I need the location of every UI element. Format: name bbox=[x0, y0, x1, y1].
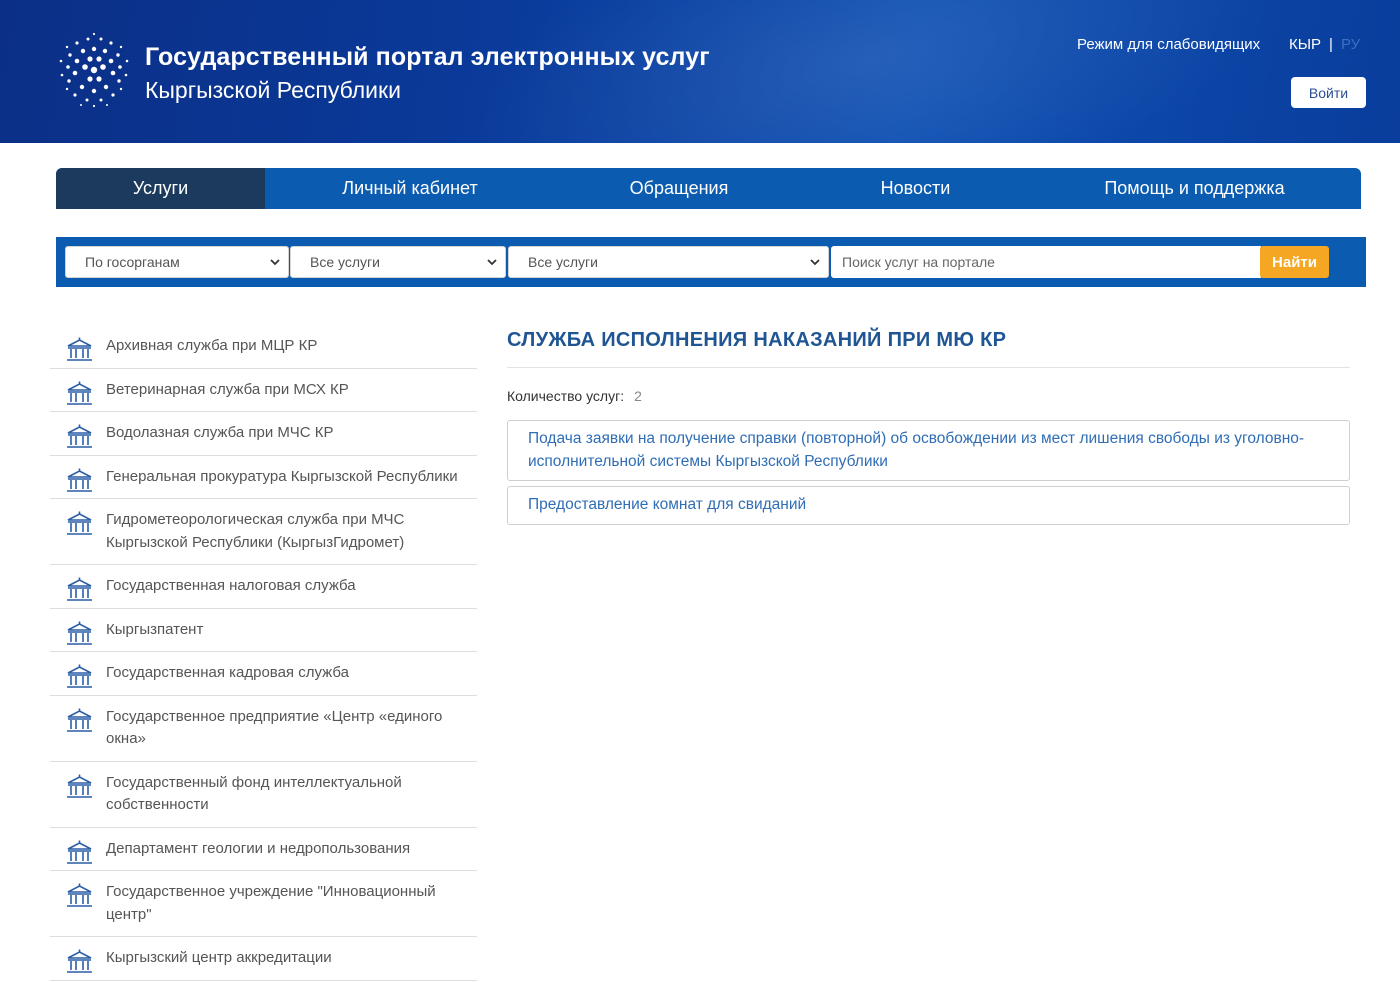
service-link[interactable]: Предоставление комнат для свиданий bbox=[507, 486, 1350, 525]
government-building-icon bbox=[66, 621, 93, 646]
agency-name: Департамент геологии и недропользования bbox=[106, 839, 411, 857]
government-building-icon bbox=[66, 337, 93, 362]
main-nav: Услуги Личный кабинет Обращения Новости … bbox=[56, 168, 1361, 209]
subservices-filter-value: Все услуги bbox=[528, 254, 598, 270]
agency-name: Водолазная служба при МЧС КР bbox=[106, 424, 334, 441]
agency-list: Архивная служба при МЦР КР Ветеринарная с… bbox=[50, 325, 477, 981]
government-building-icon bbox=[66, 511, 93, 536]
agency-list-item[interactable]: Государственное предприятие «Центр «един… bbox=[50, 696, 477, 762]
nav-tab-services[interactable]: Услуги bbox=[56, 168, 265, 209]
agency-list-item[interactable]: Архивная служба при МЦР КР bbox=[50, 325, 477, 369]
government-building-icon bbox=[66, 577, 93, 602]
agency-list-item[interactable]: Водолазная служба при МЧС КР bbox=[50, 412, 477, 456]
lang-kyrgyz-link[interactable]: КЫР bbox=[1289, 36, 1321, 53]
agency-filter-select[interactable]: По госорганам bbox=[65, 246, 289, 278]
agency-list-item[interactable]: Департамент геологии и недропользования bbox=[50, 828, 477, 871]
government-building-icon bbox=[66, 424, 93, 449]
page-title: СЛУЖБА ИСПОЛНЕНИЯ НАКАЗАНИЙ ПРИ МЮ КР bbox=[507, 325, 1350, 368]
agency-name: Государственное учреждение "Инновационны… bbox=[106, 883, 436, 923]
services-count: Количество услуг: 2 bbox=[507, 388, 1350, 410]
service-link[interactable]: Подача заявки на получение справки (повт… bbox=[507, 420, 1350, 481]
government-building-icon bbox=[66, 708, 93, 733]
portal-logo-icon[interactable] bbox=[55, 31, 133, 109]
agency-list-item[interactable]: Государственная кадровая служба bbox=[50, 652, 477, 696]
nav-tab-help[interactable]: Помощь и поддержка bbox=[1028, 168, 1361, 209]
lang-russian-link[interactable]: РУ bbox=[1341, 36, 1360, 53]
services-filter-select[interactable]: Все услуги bbox=[290, 246, 506, 278]
portal-subtitle: Кыргызской Республики bbox=[145, 77, 401, 103]
agency-name: Кыргызпатент bbox=[106, 620, 204, 638]
service-list: Подача заявки на получение справки (повт… bbox=[507, 420, 1350, 525]
search-input[interactable] bbox=[831, 246, 1261, 278]
agency-list-item[interactable]: Ветеринарная служба при МСХ КР bbox=[50, 369, 477, 412]
government-building-icon bbox=[66, 774, 93, 799]
search-bar: По госорганам Все услуги Все услуги Найт… bbox=[56, 237, 1366, 287]
agency-name: Государственное предприятие «Центр «един… bbox=[106, 707, 443, 748]
agency-name: Гидрометеорологическая служба при МЧС Кы… bbox=[106, 511, 405, 551]
portal-title: Государственный портал электронных услуг bbox=[145, 43, 710, 71]
language-switcher: КЫР | РУ bbox=[1289, 36, 1360, 53]
agency-list-item[interactable]: Гидрометеорологическая служба при МЧС Кы… bbox=[50, 499, 477, 565]
login-button[interactable]: Войти bbox=[1291, 77, 1366, 108]
accessibility-mode-link[interactable]: Режим для слабовидящих bbox=[1077, 36, 1260, 53]
government-building-icon bbox=[66, 840, 93, 865]
services-count-label: Количество услуг: bbox=[507, 388, 625, 404]
subservices-filter-select[interactable]: Все услуги bbox=[508, 246, 829, 278]
agency-filter-value: По госорганам bbox=[85, 254, 180, 270]
agency-list-item[interactable]: Генеральная прокуратура Кыргызской Респу… bbox=[50, 456, 477, 499]
government-building-icon bbox=[66, 883, 93, 908]
government-building-icon bbox=[66, 664, 93, 689]
agency-name: Государственная налоговая служба bbox=[106, 577, 356, 594]
services-count-value: 2 bbox=[634, 388, 642, 404]
agency-list-item[interactable]: Государственный фонд интеллектуальной со… bbox=[50, 762, 477, 828]
government-building-icon bbox=[66, 949, 93, 974]
main-content: СЛУЖБА ИСПОЛНЕНИЯ НАКАЗАНИЙ ПРИ МЮ КР Ко… bbox=[507, 325, 1350, 525]
lang-separator: | bbox=[1329, 36, 1333, 53]
government-building-icon bbox=[66, 381, 93, 406]
nav-tab-appeals[interactable]: Обращения bbox=[555, 168, 803, 209]
search-button[interactable]: Найти bbox=[1260, 246, 1329, 278]
agency-name: Государственная кадровая служба bbox=[106, 664, 349, 681]
agency-name: Генеральная прокуратура Кыргызской Респу… bbox=[106, 467, 458, 485]
agency-name: Архивная служба при МЦР КР bbox=[106, 337, 318, 354]
site-header: Государственный портал электронных услуг… bbox=[0, 0, 1400, 143]
agency-list-item[interactable]: Государственная налоговая служба bbox=[50, 565, 477, 609]
agency-name: Кыргызский центр аккредитации bbox=[106, 949, 332, 966]
agency-list-item[interactable]: Государственное учреждение "Инновационны… bbox=[50, 871, 477, 937]
government-building-icon bbox=[66, 468, 93, 493]
services-filter-value: Все услуги bbox=[310, 254, 380, 270]
nav-tab-news[interactable]: Новости bbox=[803, 168, 1028, 209]
chevron-down-icon bbox=[810, 259, 820, 266]
agency-list-item[interactable]: Кыргызский центр аккредитации bbox=[50, 937, 477, 981]
agency-name: Государственный фонд интеллектуальной со… bbox=[106, 773, 402, 814]
chevron-down-icon bbox=[487, 259, 497, 266]
nav-tab-personal-account[interactable]: Личный кабинет bbox=[265, 168, 555, 209]
chevron-down-icon bbox=[270, 259, 280, 266]
agency-list-item[interactable]: Кыргызпатент bbox=[50, 609, 477, 652]
agency-name: Ветеринарная служба при МСХ КР bbox=[106, 380, 349, 398]
